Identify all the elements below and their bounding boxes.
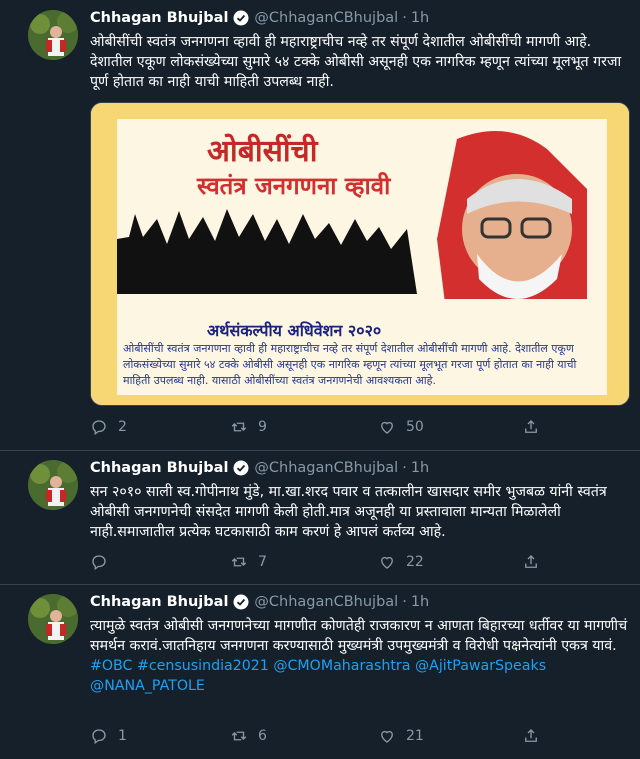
verified-badge-icon xyxy=(233,460,249,476)
author-name[interactable]: Chhagan Bhujbal xyxy=(90,460,228,476)
like-button[interactable]: 21 xyxy=(378,727,424,745)
avatar[interactable] xyxy=(28,594,78,644)
share-icon xyxy=(525,729,537,742)
reply-count: 2 xyxy=(118,419,127,435)
share-button[interactable] xyxy=(522,418,550,436)
retweet-button[interactable]: 7 xyxy=(230,553,267,571)
tweet-actions: 2 9 50 xyxy=(90,416,550,438)
like-button[interactable]: 50 xyxy=(378,418,424,436)
poster-panel: ओबीसींची स्वतंत्र जनगणना व्हावी अर्थसंकल… xyxy=(117,119,607,395)
poster-session: अर्थसंकल्पीय अधिवेशन २०२० xyxy=(207,321,382,340)
separator: · xyxy=(402,594,407,610)
retweet-count: 9 xyxy=(258,419,267,435)
avatar[interactable] xyxy=(28,10,78,60)
hashtags-and-mentions[interactable]: #OBC #censusindia2021 @CMOMaharashtra @A… xyxy=(90,658,546,694)
poster-caption: ओबीसींची स्वतंत्र जनगणना व्हावी ही महारा… xyxy=(123,342,577,387)
timestamp[interactable]: 1h xyxy=(411,594,429,610)
like-count: 21 xyxy=(406,728,424,744)
tweet-actions: 1 6 21 xyxy=(90,725,550,747)
poster-background: ओबीसींची स्वतंत्र जनगणना व्हावी अर्थसंकल… xyxy=(91,103,629,405)
like-button[interactable]: 22 xyxy=(378,553,424,571)
reply-button[interactable]: 2 xyxy=(90,418,127,436)
tweet-image[interactable]: ओबीसींची स्वतंत्र जनगणना व्हावी अर्थसंकल… xyxy=(90,102,630,406)
retweet-count: 6 xyxy=(258,728,267,744)
retweet-icon xyxy=(231,731,247,741)
tweet-text: त्यामुळे स्वतंत्र ओबीसी जनगणनेच्या मागणी… xyxy=(90,616,630,696)
like-count: 50 xyxy=(406,419,424,435)
share-button[interactable] xyxy=(522,727,550,745)
author-name[interactable]: Chhagan Bhujbal xyxy=(90,10,228,26)
tweet-text: सन २०१० साली स्व.गोपीनाथ मुंडे, मा.खा.शर… xyxy=(90,484,607,540)
poster-title: ओबीसींची xyxy=(207,134,318,169)
reply-icon xyxy=(92,420,106,436)
reply-icon xyxy=(92,729,106,745)
timestamp[interactable]: 1h xyxy=(411,460,429,476)
tweet-actions: 7 22 xyxy=(90,551,550,573)
author-handle[interactable]: @ChhaganCBhujbal xyxy=(254,594,398,610)
tweet-text: ओबीसींची स्वतंत्र जनगणना व्हावी ही महारा… xyxy=(90,34,622,90)
reply-count: 1 xyxy=(118,728,127,744)
tweet[interactable]: Chhagan Bhujbal @ChhaganCBhujbal · 1h ओब… xyxy=(0,0,640,451)
share-button[interactable] xyxy=(522,553,550,571)
separator: · xyxy=(402,460,407,476)
reply-button[interactable] xyxy=(90,553,118,571)
retweet-button[interactable]: 9 xyxy=(230,418,267,436)
reply-icon xyxy=(92,555,106,571)
retweet-count: 7 xyxy=(258,554,267,570)
verified-badge-icon xyxy=(233,594,249,610)
reply-button[interactable]: 1 xyxy=(90,727,127,745)
timestamp[interactable]: 1h xyxy=(411,10,429,26)
author-name[interactable]: Chhagan Bhujbal xyxy=(90,594,228,610)
heart-icon xyxy=(381,421,393,434)
tweet-text-body: त्यामुळे स्वतंत्र ओबीसी जनगणनेच्या मागणी… xyxy=(90,618,628,654)
verified-badge-icon xyxy=(233,10,249,26)
author-handle[interactable]: @ChhaganCBhujbal xyxy=(254,10,398,26)
retweet-icon xyxy=(231,557,247,567)
heart-icon xyxy=(381,556,393,569)
author-handle[interactable]: @ChhaganCBhujbal xyxy=(254,460,398,476)
retweet-button[interactable]: 6 xyxy=(230,727,267,745)
tweet[interactable]: Chhagan Bhujbal @ChhaganCBhujbal · 1h सन… xyxy=(0,451,640,585)
like-count: 22 xyxy=(406,554,424,570)
avatar[interactable] xyxy=(28,460,78,510)
retweet-icon xyxy=(231,422,247,432)
heart-icon xyxy=(381,730,393,743)
poster-subtitle: स्वतंत्र जनगणना व्हावी xyxy=(197,172,391,200)
separator: · xyxy=(402,10,407,26)
share-icon xyxy=(525,420,537,433)
tweet[interactable]: Chhagan Bhujbal @ChhaganCBhujbal · 1h त्… xyxy=(0,585,640,759)
share-icon xyxy=(525,555,537,568)
